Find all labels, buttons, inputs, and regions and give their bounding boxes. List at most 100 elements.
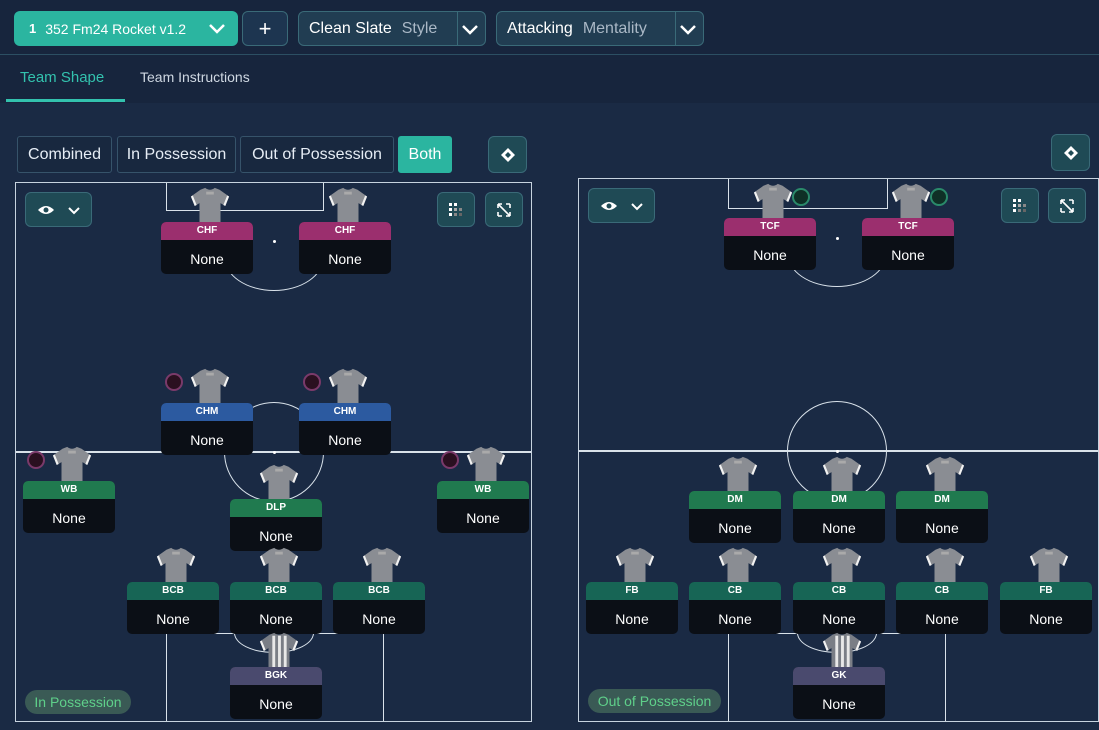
role-label: CHF [161, 222, 253, 240]
center-spot [273, 451, 276, 454]
role-card[interactable]: WB None [437, 481, 529, 533]
grid-toggle-button[interactable] [1001, 188, 1039, 223]
tactic-number: 1 [29, 21, 37, 36]
eye-icon [37, 205, 54, 214]
divider [675, 12, 676, 45]
role-card[interactable]: CB None [793, 582, 885, 634]
role-card[interactable]: BCB None [127, 582, 219, 634]
duty-label: None [718, 520, 752, 536]
role-card[interactable]: BCB None [230, 582, 322, 634]
role-card[interactable]: DM None [793, 491, 885, 543]
expand-button[interactable] [1048, 188, 1086, 223]
divider [457, 12, 458, 45]
expand-button[interactable] [485, 192, 523, 227]
duty-label: None [753, 247, 787, 263]
duty-label: None [466, 510, 500, 526]
swap-view-button-right[interactable] [1051, 134, 1090, 171]
role-card[interactable]: CB None [896, 582, 988, 634]
style-dropdown[interactable]: Clean Slate Style [298, 11, 486, 46]
role-card[interactable]: WB None [23, 481, 115, 533]
shirt-icon [155, 546, 197, 586]
chevron-down-icon [209, 24, 225, 34]
shirt-icon [717, 546, 759, 586]
duty-label: None [328, 251, 362, 267]
view-in-possession-button[interactable]: In Possession [117, 136, 236, 173]
role-card[interactable]: DM None [896, 491, 988, 543]
shirt-icon [51, 445, 93, 485]
role-card[interactable]: TCF None [724, 218, 816, 270]
shirt-icon [890, 182, 932, 222]
role-label: CB [896, 582, 988, 600]
role-label: CHF [299, 222, 391, 240]
role-card[interactable]: CHF None [299, 222, 391, 274]
role-card[interactable]: CHF None [161, 222, 253, 274]
role-card[interactable]: BGK None [230, 667, 322, 719]
role-card[interactable]: GK None [793, 667, 885, 719]
center-spot [836, 450, 839, 453]
tab-team-instructions[interactable]: Team Instructions [140, 69, 250, 85]
shirt-icon [465, 445, 507, 485]
shirt-icon [821, 631, 863, 671]
shirt-icon [614, 546, 656, 586]
tab-team-shape[interactable]: Team Shape [20, 69, 104, 86]
shirt-icon [327, 367, 369, 407]
role-card[interactable]: CHM None [299, 403, 391, 455]
swap-view-button[interactable] [488, 136, 527, 173]
shirt-icon [258, 463, 300, 503]
duty-label: None [362, 611, 396, 627]
role-label: BCB [230, 582, 322, 600]
duty-label: None [891, 247, 925, 263]
eye-icon [600, 201, 617, 210]
shirt-icon [361, 546, 403, 586]
top-bar: 1 352 Fm24 Rocket v1.2 + Clean Slate Sty… [0, 0, 1099, 55]
role-card[interactable]: CHM None [161, 403, 253, 455]
tactic-name: 352 Fm24 Rocket v1.2 [45, 20, 187, 37]
shirt-icon [717, 455, 759, 495]
instruction-badge-icon [792, 188, 810, 206]
role-card[interactable]: FB None [1000, 582, 1092, 634]
role-card[interactable]: DM None [689, 491, 781, 543]
mentality-dropdown[interactable]: Attacking Mentality [496, 11, 704, 46]
duty-label: None [52, 510, 86, 526]
add-tactic-button[interactable]: + [242, 11, 288, 46]
role-card[interactable]: DLP None [230, 499, 322, 551]
duty-label: None [259, 696, 293, 712]
duty-label: None [259, 528, 293, 544]
style-label: Style [401, 19, 438, 37]
view-both-button[interactable]: Both [398, 136, 452, 173]
duty-label: None [925, 520, 959, 536]
role-card[interactable]: TCF None [862, 218, 954, 270]
duty-label: None [190, 251, 224, 267]
role-label: DM [793, 491, 885, 509]
chevron-down-icon [462, 25, 478, 35]
grid-toggle-button[interactable] [437, 192, 475, 227]
role-label: CB [793, 582, 885, 600]
role-label: DLP [230, 499, 322, 517]
duty-label: None [1029, 611, 1063, 627]
role-label: CB [689, 582, 781, 600]
view-combined-button[interactable]: Combined [17, 136, 112, 173]
shirt-icon [189, 367, 231, 407]
visibility-toggle[interactable] [25, 192, 92, 227]
visibility-toggle[interactable] [588, 188, 655, 223]
instruction-badge-icon [441, 451, 459, 469]
shirt-icon [924, 546, 966, 586]
role-card[interactable]: CB None [689, 582, 781, 634]
mentality-value: Attacking [507, 19, 573, 37]
duty-label: None [328, 432, 362, 448]
duty-label: None [259, 611, 293, 627]
pitch-out-of-possession: Out of Possession TCF None TCF None DM None DM… [578, 178, 1099, 722]
grid-icon [1013, 198, 1026, 212]
role-label: TCF [862, 218, 954, 236]
view-out-of-possession-button[interactable]: Out of Possession [240, 136, 394, 173]
duty-label: None [615, 611, 649, 627]
duty-label: None [822, 611, 856, 627]
tactic-selector[interactable]: 1 352 Fm24 Rocket v1.2 [14, 11, 238, 46]
role-label: DM [689, 491, 781, 509]
role-label: CHM [161, 403, 253, 421]
role-label: WB [437, 481, 529, 499]
role-card[interactable]: FB None [586, 582, 678, 634]
duty-label: None [156, 611, 190, 627]
role-card[interactable]: BCB None [333, 582, 425, 634]
chevron-down-icon [67, 206, 80, 214]
